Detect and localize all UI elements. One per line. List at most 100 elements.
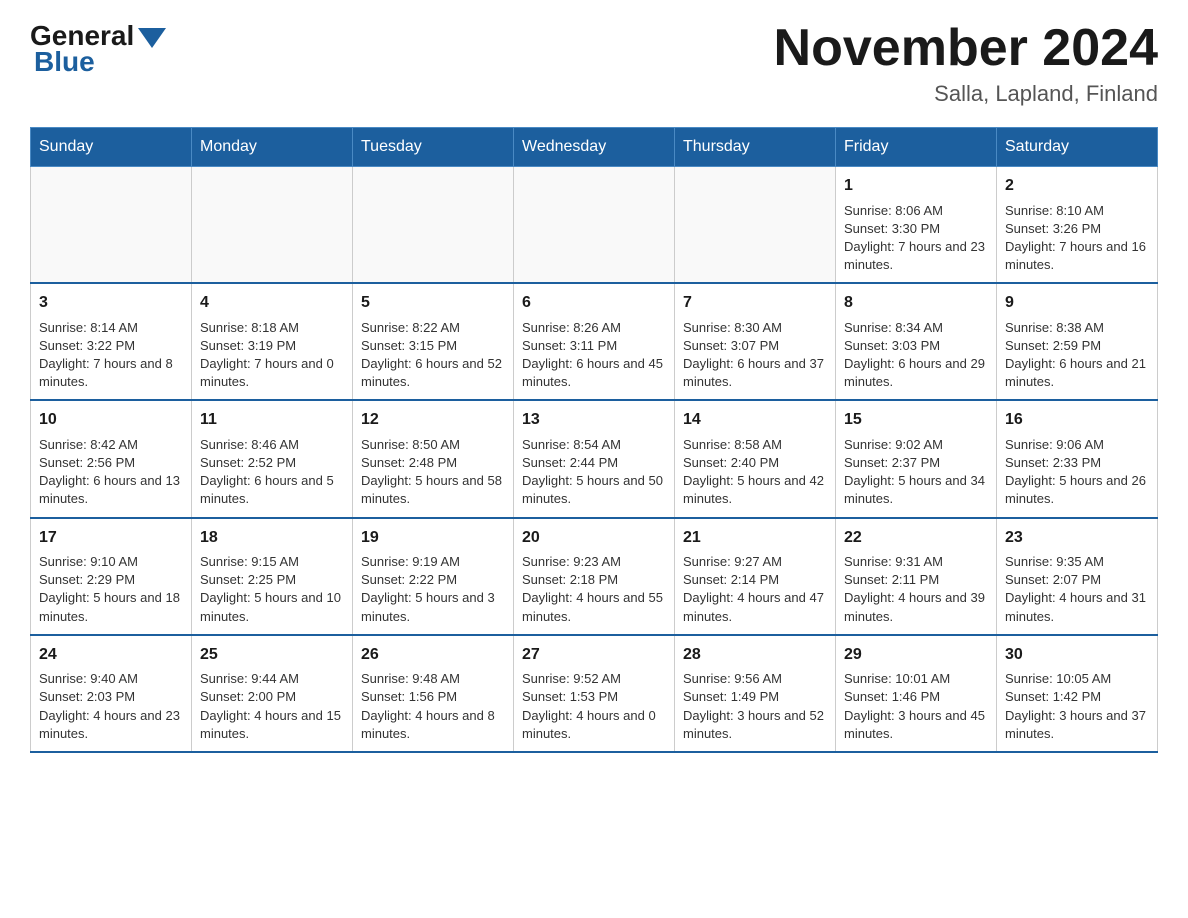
calendar-cell: 24 Sunrise: 9:40 AM Sunset: 2:03 PM Dayli… bbox=[31, 635, 192, 752]
day-number: 27 bbox=[522, 644, 666, 666]
day-info: Sunrise: 9:48 AM Sunset: 1:56 PM Dayligh… bbox=[361, 671, 495, 741]
day-of-week-header: Friday bbox=[836, 128, 997, 167]
calendar-cell: 8Sunrise: 8:34 AM Sunset: 3:03 PM Daylig… bbox=[836, 283, 997, 400]
day-info: Sunrise: 9:23 AM Sunset: 2:18 PM Dayligh… bbox=[522, 554, 663, 624]
calendar-table: SundayMondayTuesdayWednesdayThursdayFrid… bbox=[30, 127, 1158, 753]
day-number: 26 bbox=[361, 644, 505, 666]
logo-blue-text: Blue bbox=[30, 46, 95, 78]
title-block: November 2024 Salla, Lapland, Finland bbox=[774, 20, 1158, 107]
day-number: 7 bbox=[683, 292, 827, 314]
day-number: 4 bbox=[200, 292, 344, 314]
day-number: 22 bbox=[844, 527, 988, 549]
day-info: Sunrise: 8:18 AM Sunset: 3:19 PM Dayligh… bbox=[200, 320, 334, 390]
day-number: 14 bbox=[683, 409, 827, 431]
calendar-cell: 14 Sunrise: 8:58 AM Sunset: 2:40 PM Dayli… bbox=[675, 400, 836, 517]
day-number: 12 bbox=[361, 409, 505, 431]
day-number: 5 bbox=[361, 292, 505, 314]
day-info: Sunrise: 8:10 AM Sunset: 3:26 PM Dayligh… bbox=[1005, 203, 1146, 273]
day-info: Sunrise: 9:02 AM Sunset: 2:37 PM Dayligh… bbox=[844, 437, 985, 507]
calendar-cell: 30 Sunrise: 10:05 AM Sunset: 1:42 PM Dayl… bbox=[997, 635, 1158, 752]
day-number: 19 bbox=[361, 527, 505, 549]
calendar-week-row: 1 Sunrise: 8:06 AM Sunset: 3:30 PM Daylig… bbox=[31, 167, 1158, 284]
calendar-cell: 21 Sunrise: 9:27 AM Sunset: 2:14 PM Dayli… bbox=[675, 518, 836, 635]
calendar-cell: 15 Sunrise: 9:02 AM Sunset: 2:37 PM Dayli… bbox=[836, 400, 997, 517]
day-of-week-header: Sunday bbox=[31, 128, 192, 167]
day-number: 3 bbox=[39, 292, 183, 314]
day-number: 6 bbox=[522, 292, 666, 314]
day-info: Sunrise: 8:34 AM Sunset: 3:03 PM Dayligh… bbox=[844, 320, 985, 390]
day-info: Sunrise: 8:46 AM Sunset: 2:52 PM Dayligh… bbox=[200, 437, 334, 507]
day-info: Sunrise: 9:40 AM Sunset: 2:03 PM Dayligh… bbox=[39, 671, 180, 741]
day-of-week-header: Tuesday bbox=[353, 128, 514, 167]
day-info: Sunrise: 9:52 AM Sunset: 1:53 PM Dayligh… bbox=[522, 671, 656, 741]
calendar-cell bbox=[353, 167, 514, 284]
logo: General Blue bbox=[30, 20, 166, 78]
calendar-cell: 6 Sunrise: 8:26 AM Sunset: 3:11 PM Daylig… bbox=[514, 283, 675, 400]
day-info: Sunrise: 9:06 AM Sunset: 2:33 PM Dayligh… bbox=[1005, 437, 1146, 507]
calendar-cell: 16Sunrise: 9:06 AM Sunset: 2:33 PM Dayli… bbox=[997, 400, 1158, 517]
day-info: Sunrise: 9:19 AM Sunset: 2:22 PM Dayligh… bbox=[361, 554, 495, 624]
calendar-week-row: 24 Sunrise: 9:40 AM Sunset: 2:03 PM Dayli… bbox=[31, 635, 1158, 752]
day-number: 1 bbox=[844, 175, 988, 197]
calendar-body: 1 Sunrise: 8:06 AM Sunset: 3:30 PM Daylig… bbox=[31, 167, 1158, 752]
month-title: November 2024 bbox=[774, 20, 1158, 77]
calendar-cell: 22 Sunrise: 9:31 AM Sunset: 2:11 PM Dayli… bbox=[836, 518, 997, 635]
day-number: 30 bbox=[1005, 644, 1149, 666]
calendar-cell: 9Sunrise: 8:38 AM Sunset: 2:59 PM Daylig… bbox=[997, 283, 1158, 400]
day-number: 11 bbox=[200, 409, 344, 431]
day-of-week-header: Monday bbox=[192, 128, 353, 167]
day-info: Sunrise: 8:42 AM Sunset: 2:56 PM Dayligh… bbox=[39, 437, 180, 507]
day-info: Sunrise: 8:26 AM Sunset: 3:11 PM Dayligh… bbox=[522, 320, 663, 390]
calendar-cell: 29 Sunrise: 10:01 AM Sunset: 1:46 PM Dayl… bbox=[836, 635, 997, 752]
calendar-cell: 19 Sunrise: 9:19 AM Sunset: 2:22 PM Dayli… bbox=[353, 518, 514, 635]
calendar-cell: 12 Sunrise: 8:50 AM Sunset: 2:48 PM Dayli… bbox=[353, 400, 514, 517]
day-of-week-header: Saturday bbox=[997, 128, 1158, 167]
day-number: 23 bbox=[1005, 527, 1149, 549]
calendar-cell: 3 Sunrise: 8:14 AM Sunset: 3:22 PM Daylig… bbox=[31, 283, 192, 400]
day-number: 20 bbox=[522, 527, 666, 549]
day-info: Sunrise: 10:05 AM Sunset: 1:42 PM Daylig… bbox=[1005, 671, 1146, 741]
day-info: Sunrise: 8:54 AM Sunset: 2:44 PM Dayligh… bbox=[522, 437, 663, 507]
day-info: Sunrise: 8:30 AM Sunset: 3:07 PM Dayligh… bbox=[683, 320, 824, 390]
calendar-cell: 2Sunrise: 8:10 AM Sunset: 3:26 PM Daylig… bbox=[997, 167, 1158, 284]
calendar-week-row: 17Sunrise: 9:10 AM Sunset: 2:29 PM Dayli… bbox=[31, 518, 1158, 635]
logo-arrow-icon bbox=[138, 28, 166, 48]
day-info: Sunrise: 8:58 AM Sunset: 2:40 PM Dayligh… bbox=[683, 437, 824, 507]
calendar-cell: 28 Sunrise: 9:56 AM Sunset: 1:49 PM Dayli… bbox=[675, 635, 836, 752]
day-info: Sunrise: 9:35 AM Sunset: 2:07 PM Dayligh… bbox=[1005, 554, 1146, 624]
calendar-cell: 25 Sunrise: 9:44 AM Sunset: 2:00 PM Dayli… bbox=[192, 635, 353, 752]
day-of-week-header: Thursday bbox=[675, 128, 836, 167]
day-number: 15 bbox=[844, 409, 988, 431]
calendar-week-row: 3 Sunrise: 8:14 AM Sunset: 3:22 PM Daylig… bbox=[31, 283, 1158, 400]
calendar-cell bbox=[31, 167, 192, 284]
calendar-cell: 4 Sunrise: 8:18 AM Sunset: 3:19 PM Daylig… bbox=[192, 283, 353, 400]
day-info: Sunrise: 9:56 AM Sunset: 1:49 PM Dayligh… bbox=[683, 671, 824, 741]
day-number: 29 bbox=[844, 644, 988, 666]
day-number: 24 bbox=[39, 644, 183, 666]
day-info: Sunrise: 8:38 AM Sunset: 2:59 PM Dayligh… bbox=[1005, 320, 1146, 390]
calendar-cell: 11 Sunrise: 8:46 AM Sunset: 2:52 PM Dayli… bbox=[192, 400, 353, 517]
calendar-cell bbox=[514, 167, 675, 284]
day-info: Sunrise: 8:50 AM Sunset: 2:48 PM Dayligh… bbox=[361, 437, 502, 507]
calendar-cell: 23 Sunrise: 9:35 AM Sunset: 2:07 PM Dayli… bbox=[997, 518, 1158, 635]
day-number: 21 bbox=[683, 527, 827, 549]
day-number: 25 bbox=[200, 644, 344, 666]
day-info: Sunrise: 8:06 AM Sunset: 3:30 PM Dayligh… bbox=[844, 203, 985, 273]
day-info: Sunrise: 8:22 AM Sunset: 3:15 PM Dayligh… bbox=[361, 320, 502, 390]
calendar-cell bbox=[675, 167, 836, 284]
day-info: Sunrise: 9:44 AM Sunset: 2:00 PM Dayligh… bbox=[200, 671, 341, 741]
calendar-cell: 1 Sunrise: 8:06 AM Sunset: 3:30 PM Daylig… bbox=[836, 167, 997, 284]
day-info: Sunrise: 9:31 AM Sunset: 2:11 PM Dayligh… bbox=[844, 554, 985, 624]
calendar-cell: 10 Sunrise: 8:42 AM Sunset: 2:56 PM Dayli… bbox=[31, 400, 192, 517]
day-info: Sunrise: 8:14 AM Sunset: 3:22 PM Dayligh… bbox=[39, 320, 173, 390]
day-info: Sunrise: 9:27 AM Sunset: 2:14 PM Dayligh… bbox=[683, 554, 824, 624]
day-number: 28 bbox=[683, 644, 827, 666]
day-info: Sunrise: 10:01 AM Sunset: 1:46 PM Daylig… bbox=[844, 671, 985, 741]
calendar-cell: 13Sunrise: 8:54 AM Sunset: 2:44 PM Dayli… bbox=[514, 400, 675, 517]
calendar-cell: 7 Sunrise: 8:30 AM Sunset: 3:07 PM Daylig… bbox=[675, 283, 836, 400]
day-number: 10 bbox=[39, 409, 183, 431]
day-of-week-header: Wednesday bbox=[514, 128, 675, 167]
location-subtitle: Salla, Lapland, Finland bbox=[774, 81, 1158, 107]
calendar-cell: 26 Sunrise: 9:48 AM Sunset: 1:56 PM Dayli… bbox=[353, 635, 514, 752]
calendar-cell: 18Sunrise: 9:15 AM Sunset: 2:25 PM Dayli… bbox=[192, 518, 353, 635]
